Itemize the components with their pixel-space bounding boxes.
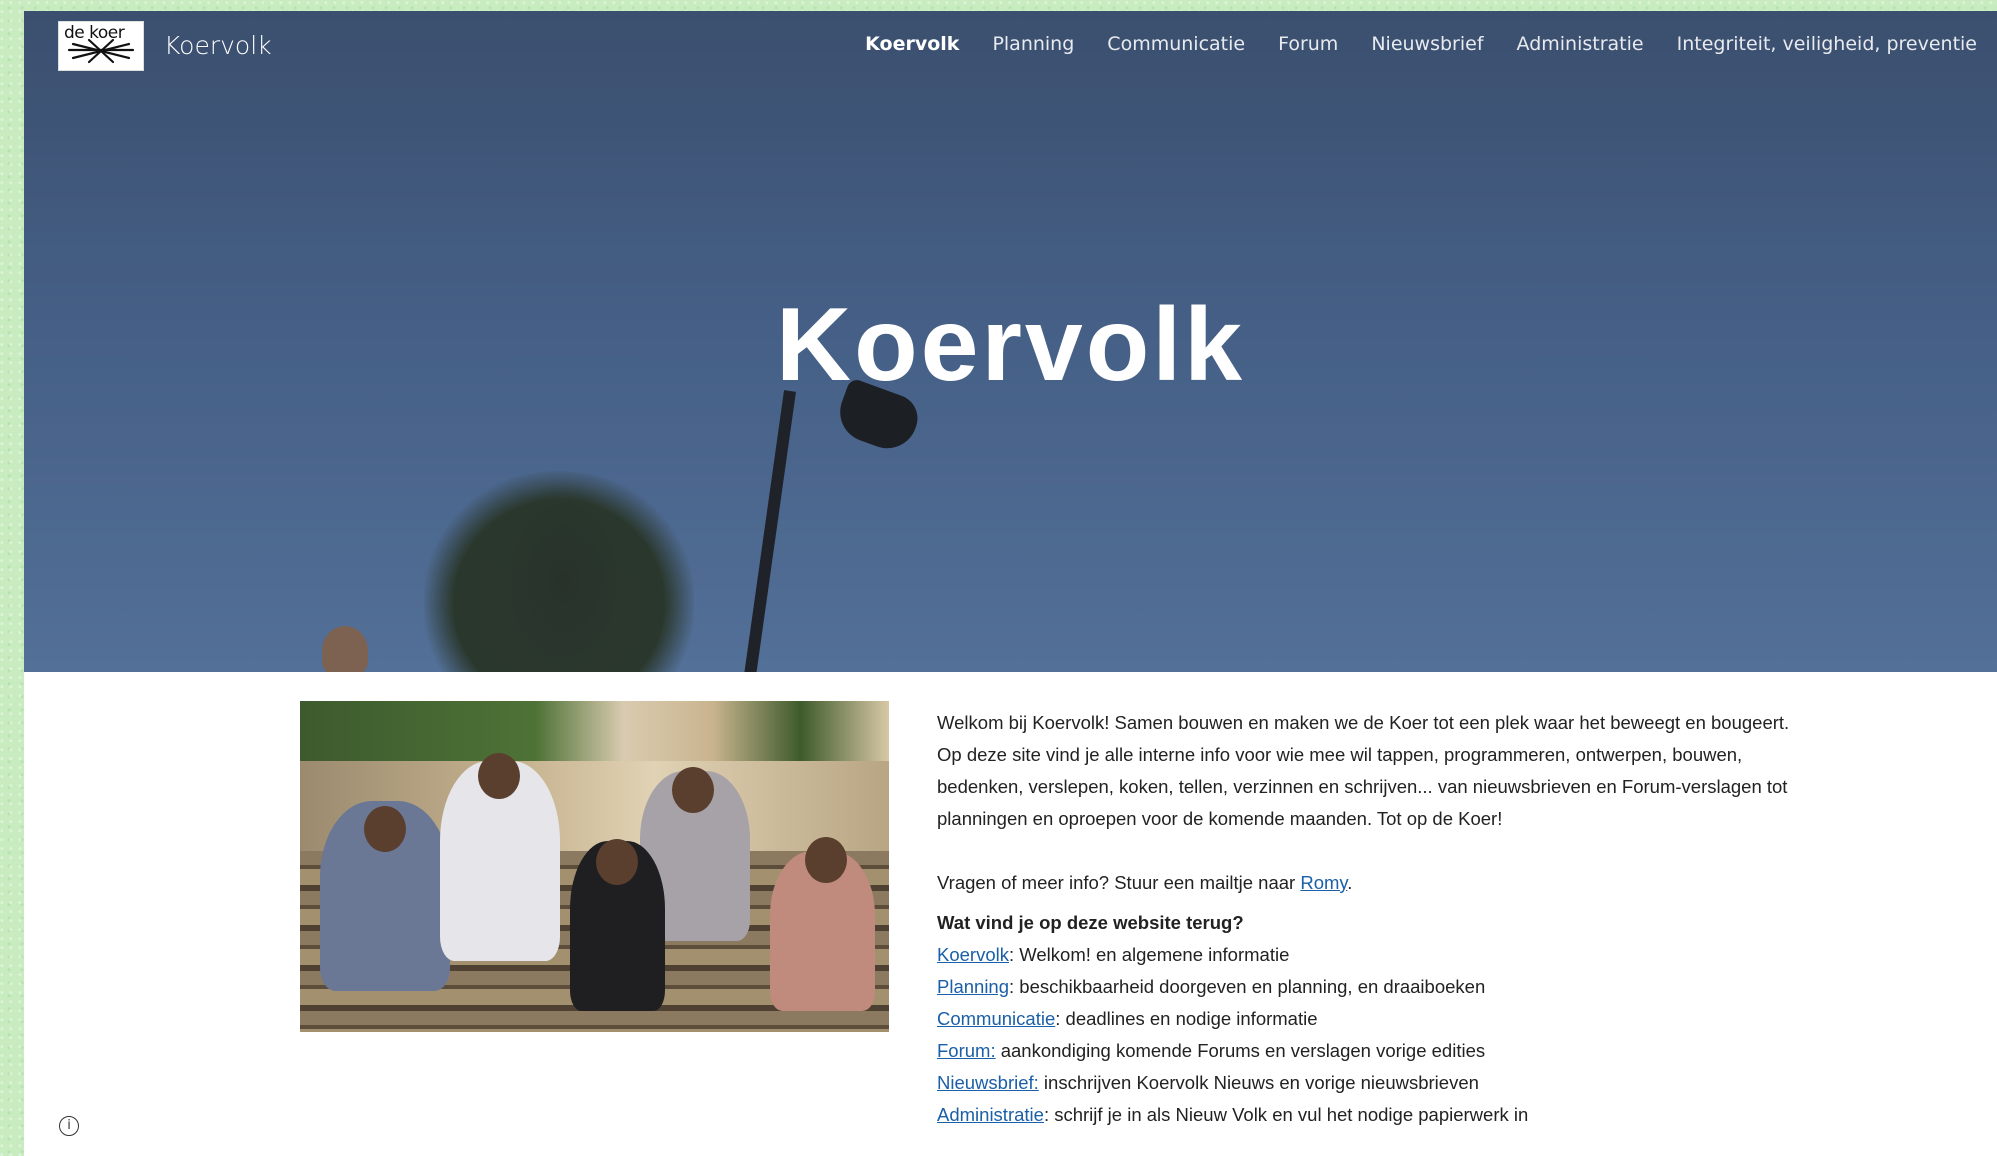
photo-head	[596, 839, 638, 885]
group-photo	[300, 701, 889, 1032]
photo-head	[478, 753, 520, 799]
list-item: Communicatie: deadlines en nodige inform…	[937, 1003, 1797, 1035]
section-heading: Wat vind je op deze website terug?	[937, 912, 1244, 933]
info-icon[interactable]: i	[59, 1116, 79, 1136]
site-logo[interactable]: de koer	[58, 21, 144, 71]
item-description: : schrijf je in als Nieuw Volk en vul he…	[1043, 1104, 1529, 1125]
logo-star-icon	[67, 38, 135, 64]
link-forum[interactable]: Forum:	[937, 1040, 996, 1061]
link-planning[interactable]: Planning	[937, 976, 1009, 997]
content-text: Welkom bij Koervolk! Samen bouwen en mak…	[937, 707, 1797, 1131]
nav-item-forum[interactable]: Forum	[1278, 33, 1338, 55]
list-item: Nieuwsbrief: inschrijven Koervolk Nieuws…	[937, 1067, 1797, 1099]
contact-link-romy[interactable]: Romy	[1300, 872, 1347, 893]
list-item: Forum: aankondiging komende Forums en ve…	[937, 1035, 1797, 1067]
link-nieuwsbrief[interactable]: Nieuwsbrief:	[937, 1072, 1039, 1093]
site-title[interactable]: Koervolk	[164, 31, 272, 60]
main-nav: Koervolk Planning Communicatie Forum Nie…	[865, 33, 1977, 55]
link-koervolk[interactable]: Koervolk	[937, 944, 1009, 965]
hero-banner: de koer Koervolk Koervolk Planning Commu…	[24, 11, 1997, 672]
nav-item-nieuwsbrief[interactable]: Nieuwsbrief	[1371, 33, 1483, 55]
photo-head	[672, 767, 714, 813]
intro-paragraph: Welkom bij Koervolk! Samen bouwen en mak…	[937, 712, 1790, 829]
item-description: : beschikbaarheid doorgeven en planning,…	[1009, 976, 1486, 997]
link-communicatie[interactable]: Communicatie	[937, 1008, 1055, 1029]
nav-item-koervolk[interactable]: Koervolk	[865, 33, 959, 55]
nav-item-integriteit[interactable]: Integriteit, veiligheid, preventie	[1677, 33, 1977, 55]
hero-title: Koervolk	[775, 287, 1246, 403]
item-description: : deadlines en nodige informatie	[1055, 1008, 1318, 1029]
photo-head	[805, 837, 847, 883]
photo-head	[364, 806, 406, 852]
contact-prefix: Vragen of meer info? Stuur een mailtje n…	[937, 872, 1301, 893]
contact-suffix: .	[1347, 872, 1353, 893]
item-description: : Welkom! en algemene informatie	[1008, 944, 1290, 965]
list-item: Koervolk: Welkom! en algemene informatie	[937, 939, 1797, 971]
link-administratie[interactable]: Administratie	[937, 1104, 1044, 1125]
list-item: Administratie: schrijf je in als Nieuw V…	[937, 1099, 1797, 1131]
nav-item-communicatie[interactable]: Communicatie	[1107, 33, 1245, 55]
item-description: inschrijven Koervolk Nieuws en vorige ni…	[1038, 1072, 1479, 1093]
nav-item-planning[interactable]: Planning	[992, 33, 1074, 55]
page: de koer Koervolk Koervolk Planning Commu…	[24, 11, 1997, 1156]
contact-line: Vragen of meer info? Stuur een mailtje n…	[937, 867, 1797, 899]
nav-item-administratie[interactable]: Administratie	[1517, 33, 1644, 55]
item-description: aankondiging komende Forums en verslagen…	[995, 1040, 1486, 1061]
list-item: Planning: beschikbaarheid doorgeven en p…	[937, 971, 1797, 1003]
